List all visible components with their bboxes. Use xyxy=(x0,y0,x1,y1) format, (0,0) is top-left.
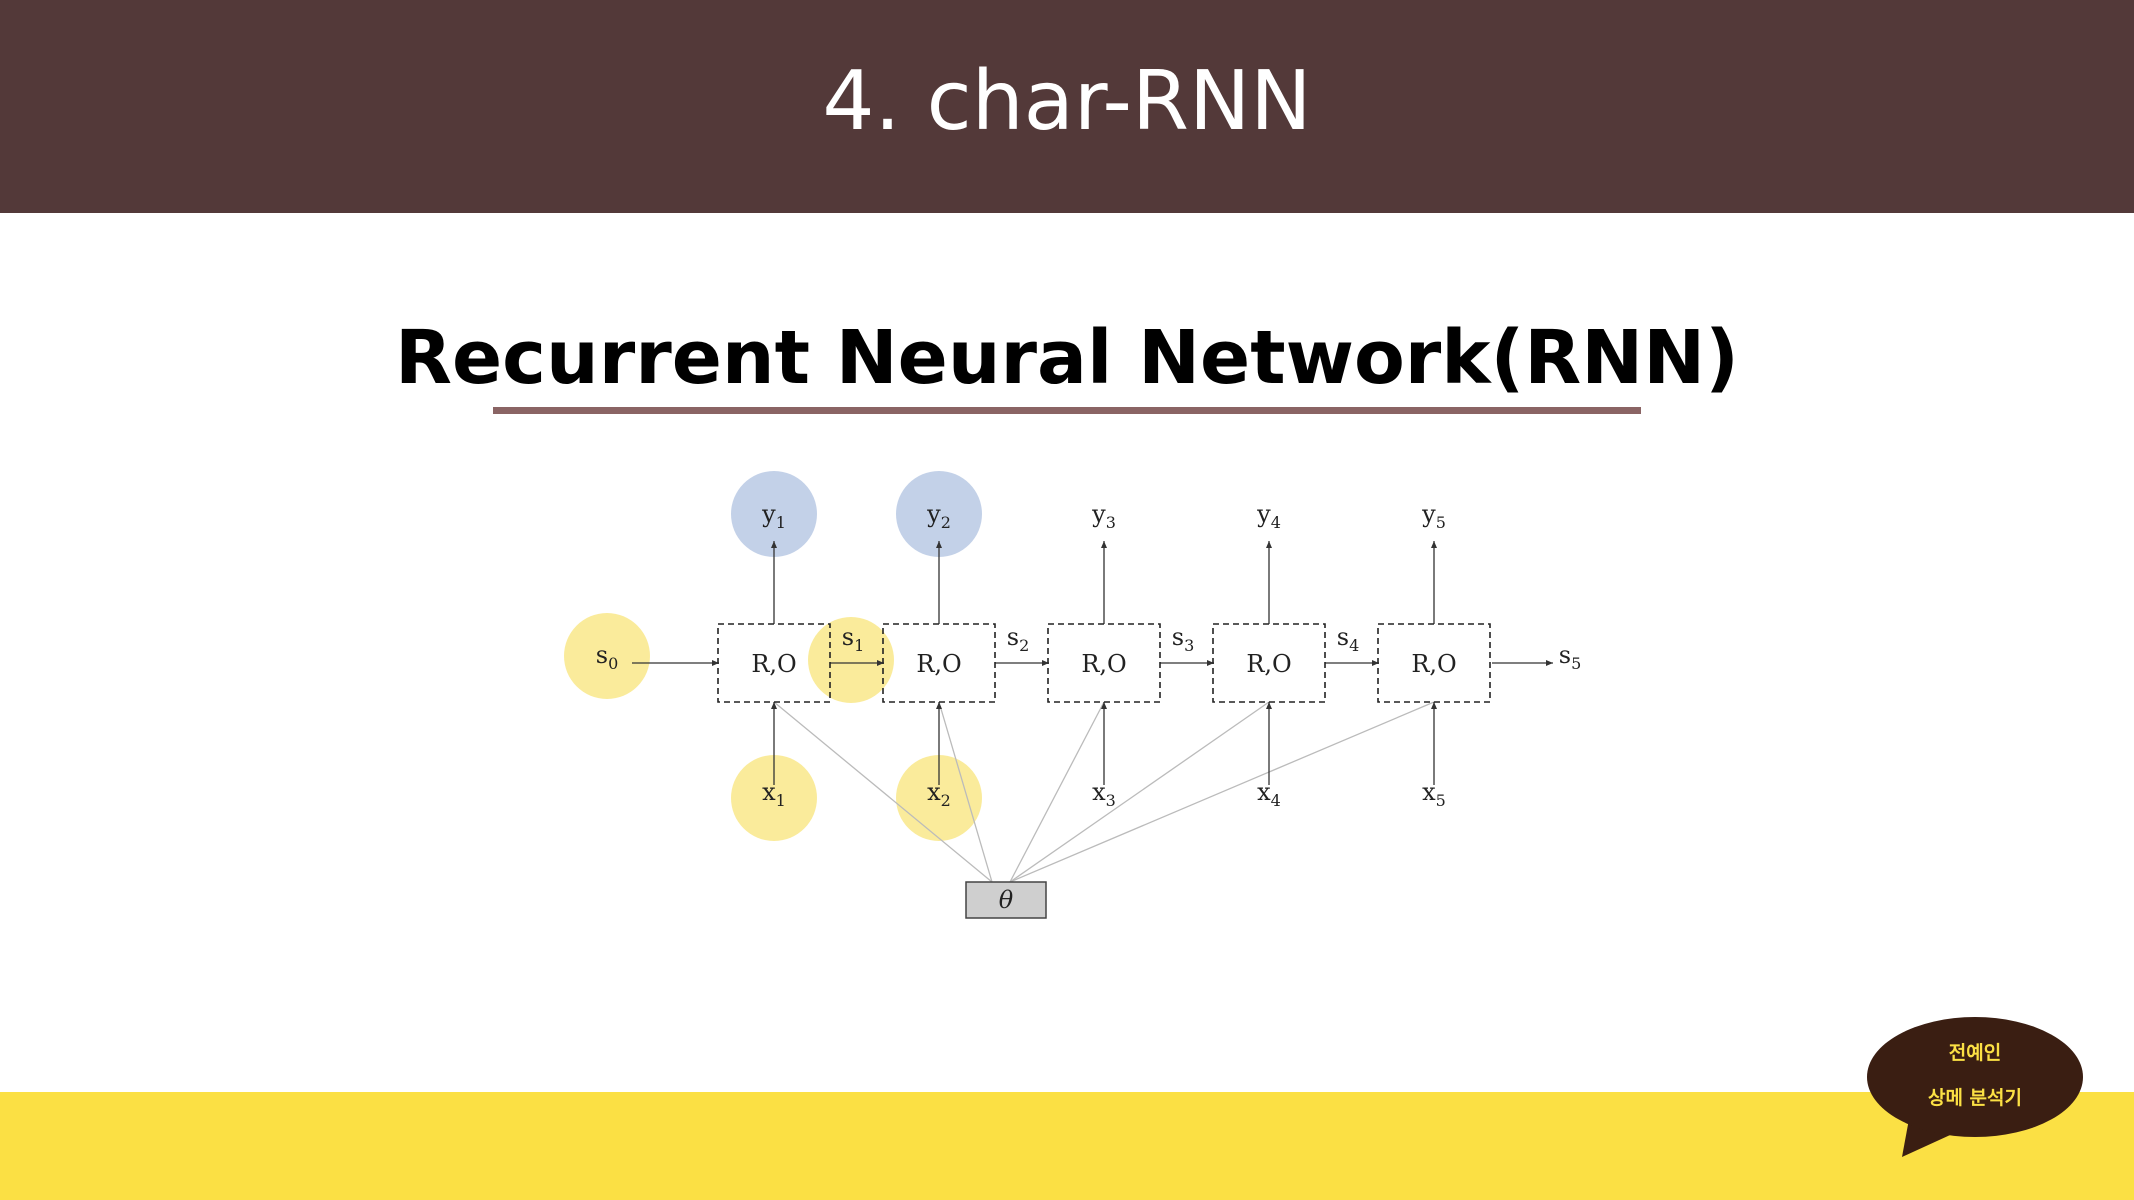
state-label-s2: s2 xyxy=(1007,623,1030,655)
output-label-y3: y3 xyxy=(1091,500,1116,532)
output-label-y4: y4 xyxy=(1256,500,1281,532)
state-label-s4: s4 xyxy=(1337,623,1360,655)
input-label-x4: x4 xyxy=(1257,778,1281,810)
rnn-cell-label-1: R,O xyxy=(751,650,796,678)
theta-label: θ xyxy=(999,886,1014,914)
badge-caption: 상메 분석기 xyxy=(1928,1087,2022,1109)
state-label-s5: s5 xyxy=(1559,641,1582,673)
theta-line-5 xyxy=(1009,701,1435,883)
rnn-cell-label-5: R,O xyxy=(1411,650,1456,678)
theta-param-box: θ xyxy=(965,881,1047,919)
speech-badge: 전예인 상메 분석기 xyxy=(1867,1017,2083,1157)
rnn-cell-label-3: R,O xyxy=(1081,650,1126,678)
rnn-diagram: R,O R,O R,O R,O R,O y1 y2 y3 y4 y5x1 x2 x3 x4 x5s0s1… xyxy=(564,471,2083,1157)
output-label-y5: y5 xyxy=(1421,500,1446,532)
rnn-cell-label-2: R,O xyxy=(916,650,961,678)
input-label-x3: x3 xyxy=(1092,778,1116,810)
rnn-cell-label-4: R,O xyxy=(1246,650,1291,678)
theta-line-3 xyxy=(1009,701,1105,883)
input-label-x5: x5 xyxy=(1422,778,1446,810)
theta-line-4 xyxy=(1009,701,1270,883)
badge-name: 전예인 xyxy=(1949,1042,2001,1064)
state-label-s3: s3 xyxy=(1172,623,1195,655)
